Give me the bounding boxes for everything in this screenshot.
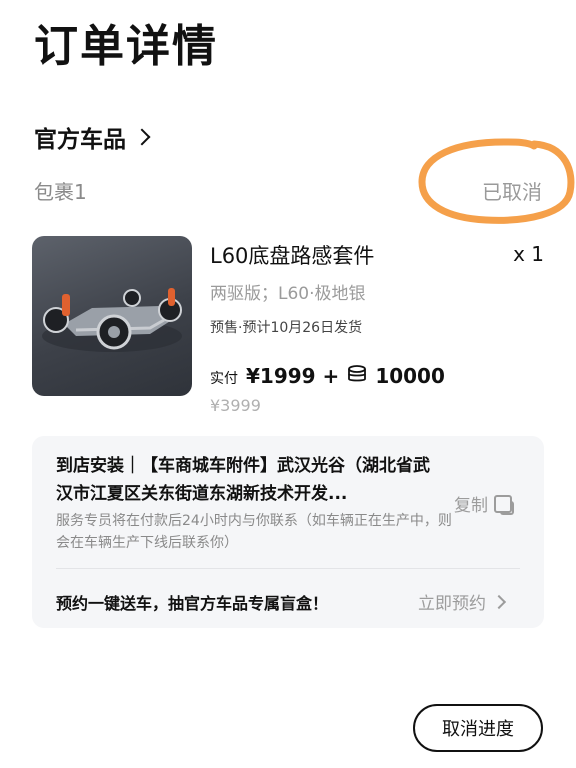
reserve-label: 立即预约 [418, 594, 486, 614]
original-price: ¥3999 [210, 396, 261, 415]
coin-stack-icon [348, 365, 367, 382]
chevron-right-icon [491, 594, 507, 609]
product-variant: 两驱版；L60·极地银 [210, 284, 366, 304]
annotation-circle [418, 138, 575, 224]
product-name[interactable]: L60底盘路感套件 [210, 240, 374, 270]
package-label: 包裹1 [34, 180, 87, 204]
page-title: 订单详情 [34, 21, 218, 72]
paid-row: 实付 ¥1999 + 10000 [210, 364, 445, 388]
install-address: 到店安装｜【车商城车附件】武汉光谷（湖北省武汉市江夏区关东街道东湖新技术开发..… [56, 456, 430, 504]
reserve-button[interactable]: 立即预约 [418, 589, 507, 614]
chevron-right-icon [133, 128, 151, 146]
store-link[interactable]: 官方车品 [34, 120, 151, 154]
points-amount: 10000 [375, 364, 445, 388]
promo-text: 预约一键送车，抽官方车品专属盲盒！ [56, 594, 329, 613]
product-quantity: x 1 [513, 242, 544, 266]
copy-label: 复制 [454, 496, 488, 516]
copy-icon [494, 494, 514, 515]
divider [56, 568, 520, 569]
presale-note: 预售·预计10月26日发货 [210, 320, 363, 336]
store-name: 官方车品 [34, 127, 126, 153]
copy-button[interactable]: 复制 [454, 491, 514, 516]
chassis-icon [42, 288, 182, 352]
product-thumbnail[interactable] [32, 236, 192, 396]
paid-label: 实付 [210, 371, 238, 387]
paid-amount: ¥1999 + [246, 364, 340, 388]
cancel-progress-button[interactable]: 取消进度 [413, 704, 543, 752]
service-note: 服务专员将在付款后24小时内与你联系（如车辆正在生产中，则会在车辆生产下线后联系… [56, 513, 452, 551]
